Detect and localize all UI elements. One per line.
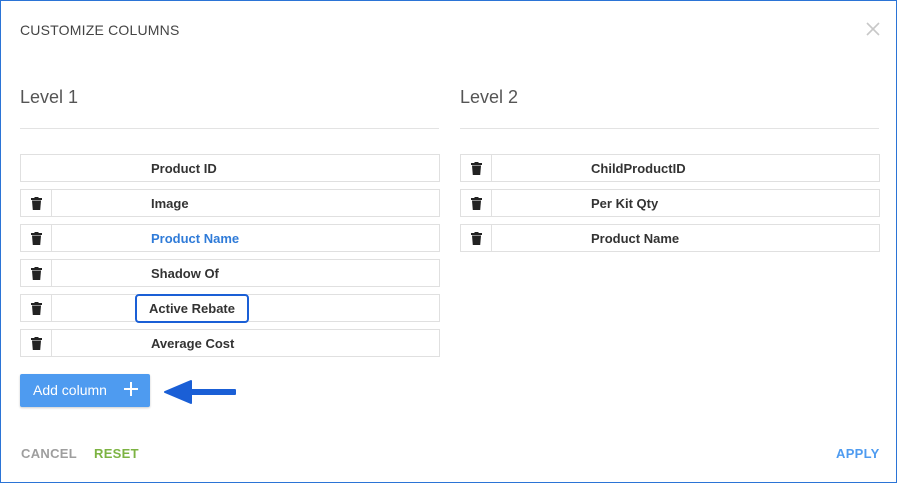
dialog-title: CUSTOMIZE COLUMNS [20, 22, 180, 38]
trash-icon[interactable] [461, 190, 492, 216]
trash-icon[interactable] [21, 330, 52, 356]
add-column-button[interactable]: Add column [20, 374, 150, 407]
column-label: ChildProductID [591, 161, 686, 176]
level-2-heading: Level 2 [460, 87, 519, 107]
level-1-column-row[interactable]: Shadow Of [20, 259, 440, 287]
level-1-column-row[interactable]: Active Rebate [20, 294, 440, 323]
column-label: Product ID [151, 161, 217, 176]
column-label: Product Name [591, 231, 680, 246]
level-2-divider [460, 128, 879, 129]
plus-icon [124, 382, 138, 399]
level-2-column-row[interactable]: Per Kit Qty [460, 189, 880, 217]
level-1-column-row[interactable]: Product Name [20, 224, 440, 252]
customize-columns-dialog: CUSTOMIZE COLUMNS Level 1 Product ID Ima… [0, 0, 897, 483]
trash-icon[interactable] [21, 225, 52, 251]
apply-button[interactable]: APPLY [836, 446, 880, 461]
level-1-column-row[interactable]: Image [20, 189, 440, 217]
trash-icon[interactable] [21, 295, 52, 321]
trash-icon[interactable] [21, 190, 52, 216]
trash-icon[interactable] [21, 260, 52, 286]
add-column-label: Add column [33, 382, 107, 398]
level-2-column-row[interactable]: Product Name [460, 224, 880, 252]
cancel-button[interactable]: CANCEL [21, 446, 77, 461]
annotation-arrow-icon [161, 377, 241, 412]
column-label: Average Cost [151, 336, 235, 351]
column-label: Per Kit Qty [591, 196, 659, 211]
trash-icon[interactable] [461, 155, 492, 181]
reset-button[interactable]: RESET [94, 446, 139, 461]
level-1-heading: Level 1 [20, 87, 79, 107]
level-1-column-row[interactable]: Average Cost [20, 329, 440, 357]
column-label: Image [151, 196, 189, 211]
level-2-column-row[interactable]: ChildProductID [460, 154, 880, 182]
level-1-column-row[interactable]: Product ID [20, 154, 440, 182]
column-label-highlighted: Active Rebate [135, 294, 249, 323]
column-label: Shadow Of [151, 266, 219, 281]
column-label: Product Name [151, 231, 240, 246]
trash-icon[interactable] [461, 225, 492, 251]
close-icon[interactable] [863, 19, 883, 39]
level-1-divider [20, 128, 439, 129]
